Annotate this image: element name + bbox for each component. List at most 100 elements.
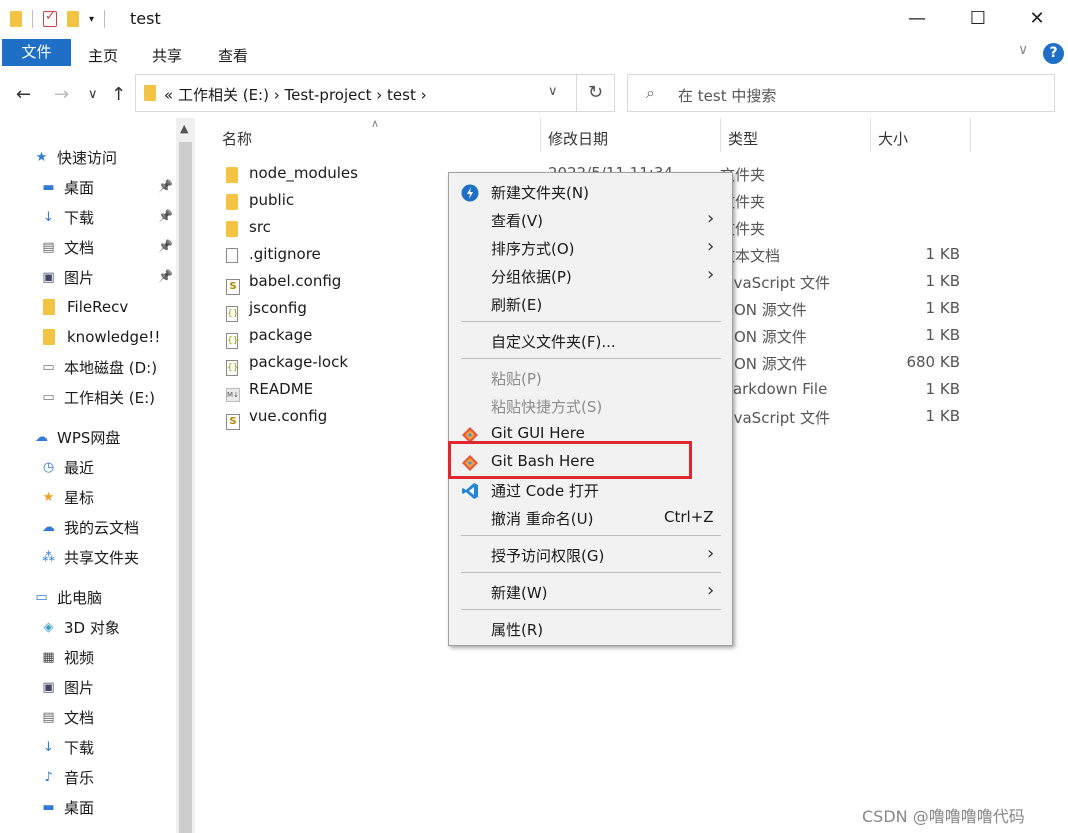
divider <box>104 10 106 28</box>
tab-file[interactable]: 文件 <box>2 39 71 66</box>
scroll-up-icon[interactable]: ▲ <box>180 122 188 135</box>
help-icon[interactable]: ? <box>1043 43 1064 64</box>
column-header-modified[interactable]: 修改日期 <box>548 128 608 149</box>
chevron-down-icon[interactable]: ∨ <box>548 84 558 99</box>
recent-locations-icon[interactable]: ∨ <box>88 87 98 102</box>
sidebar-item[interactable]: ▭ 此电脑 <box>33 584 102 610</box>
divider <box>970 118 971 152</box>
shortcut-label: Ctrl+Z <box>664 508 714 526</box>
sidebar-item[interactable]: ▦ 视频 <box>40 644 94 670</box>
cube-icon: ◈ <box>43 619 54 635</box>
column-header-size[interactable]: 大小 <box>878 128 908 149</box>
file-type: JSON 源文件 <box>720 328 807 346</box>
tab-home[interactable]: 主页 <box>88 45 118 66</box>
sidebar-item[interactable]: ▣ 图片 <box>40 674 94 700</box>
menu-item-view[interactable]: 查看(V) › <box>449 206 732 234</box>
breadcrumb[interactable]: « 工作相关 (E:) › Test-project › test › <box>164 84 427 105</box>
sidebar-item[interactable]: ☁ 我的云文档 <box>40 514 139 540</box>
file-type: JSON 源文件 <box>720 301 807 319</box>
menu-item-sort-by[interactable]: 排序方式(O) › <box>449 234 732 262</box>
divider <box>870 118 871 152</box>
sidebar-item[interactable]: ▬ 桌面 <box>40 794 94 820</box>
pin-icon[interactable]: 📌 <box>158 269 173 283</box>
menu-item-label: 查看(V) <box>491 212 543 230</box>
maximize-button[interactable]: ☐ <box>963 6 993 32</box>
file-name: package <box>249 326 313 344</box>
up-arrow-icon[interactable]: ↑ <box>111 84 126 105</box>
menu-item-open-with-code[interactable]: 通过 Code 打开 <box>449 476 732 504</box>
tab-share[interactable]: 共享 <box>152 45 182 66</box>
address-bar[interactable]: « 工作相关 (E:) › Test-project › test › <box>135 74 615 112</box>
menu-item-group-by[interactable]: 分组依据(P) › <box>449 262 732 290</box>
sidebar-item[interactable]: ♪ 音乐 <box>40 764 94 790</box>
sidebar-item[interactable]: ★ 快速访问 <box>33 144 117 170</box>
sidebar-item[interactable]: ▭ 工作相关 (E:) <box>40 384 155 410</box>
column-header-name[interactable]: 名称 <box>222 128 252 149</box>
file-type: Markdown File <box>720 380 828 398</box>
sidebar-item[interactable]: knowledge!! <box>40 324 160 350</box>
share-icon: ⁂ <box>42 549 55 565</box>
picture-icon: ▣ <box>42 269 55 285</box>
customize-toolbar-icon[interactable]: ▾ <box>89 14 94 25</box>
sidebar-item[interactable]: ▤ 文档 <box>40 704 94 730</box>
menu-item-give-access[interactable]: 授予访问权限(G) › <box>449 541 732 569</box>
close-button[interactable]: ✕ <box>1022 6 1052 32</box>
file-size: 1 KB <box>925 380 960 398</box>
sidebar-item[interactable]: ↓ 下载 <box>40 734 94 760</box>
search-input[interactable]: ⌕ 在 test 中搜索 <box>627 74 1055 112</box>
sidebar-item-label: 3D 对象 <box>64 618 120 637</box>
sidebar-item[interactable]: FileRecv <box>40 294 128 320</box>
file-type: JavaScript 文件 <box>720 409 830 427</box>
sidebar-item-label: knowledge!! <box>67 328 161 346</box>
window-title: test <box>130 9 161 28</box>
back-arrow-icon[interactable]: ← <box>16 84 31 105</box>
json-file-icon: {} <box>226 329 238 349</box>
scrollbar[interactable]: ▲ <box>176 118 195 833</box>
sidebar-item[interactable]: ▭ 本地磁盘 (D:) <box>40 354 157 380</box>
sidebar-item[interactable]: ☁ WPS网盘 <box>33 424 120 450</box>
file-type: JSON 源文件 <box>720 355 807 373</box>
menu-item-properties[interactable]: 属性(R) <box>449 615 732 643</box>
file-size: 1 KB <box>925 272 960 290</box>
sidebar-item-label: 文档 <box>64 238 95 257</box>
menu-item-customize-folder[interactable]: 自定义文件夹(F)... <box>449 327 732 355</box>
sidebar-item-label: 音乐 <box>64 768 95 787</box>
pin-icon[interactable]: 📌 <box>158 209 173 223</box>
menu-item-new[interactable]: 新建(W) › <box>449 578 732 606</box>
sidebar-item[interactable]: ▣ 图片 <box>40 264 94 290</box>
minimize-button[interactable]: — <box>902 6 932 32</box>
pin-icon[interactable]: 📌 <box>158 179 173 193</box>
sort-ascending-icon: ∧ <box>371 117 380 130</box>
file-name: jsconfig <box>249 299 307 317</box>
forward-arrow-icon[interactable]: → <box>54 84 69 105</box>
pin-icon[interactable]: 📌 <box>158 239 173 253</box>
menu-item-label: 粘贴(P) <box>491 370 542 388</box>
menu-item-undo-rename[interactable]: 撤消 重命名(U) Ctrl+Z <box>449 504 732 532</box>
sidebar-item[interactable]: ▬ 桌面 <box>40 174 94 200</box>
menu-item-label: 撤消 重命名(U) <box>491 510 594 528</box>
menu-item-refresh[interactable]: 刷新(E) <box>449 290 732 318</box>
refresh-icon[interactable]: ↻ <box>576 74 614 112</box>
sidebar-item[interactable]: ★ 星标 <box>40 484 94 510</box>
file-name: package-lock <box>249 353 349 371</box>
sidebar-item[interactable]: ▤ 文档 <box>40 234 94 260</box>
sidebar-item[interactable]: ↓ 下载 <box>40 204 94 230</box>
highlight-box <box>448 441 692 479</box>
tab-view[interactable]: 查看 <box>218 45 248 66</box>
divider <box>720 118 721 152</box>
download-icon: ↓ <box>43 209 54 225</box>
scrollbar-thumb[interactable] <box>179 142 192 833</box>
sidebar-item[interactable]: ⁂ 共享文件夹 <box>40 544 139 570</box>
new-folder-icon[interactable] <box>67 11 79 27</box>
folder-icon[interactable] <box>10 11 22 27</box>
menu-item-new-folder[interactable]: 新建文件夹(N) <box>449 178 732 206</box>
column-header-type[interactable]: 类型 <box>728 128 758 149</box>
chevron-down-icon[interactable]: ∨ <box>1018 42 1028 58</box>
menu-item-label: 授予访问权限(G) <box>491 547 605 565</box>
properties-icon[interactable] <box>43 9 57 27</box>
file-name: vue.config <box>249 407 328 425</box>
sidebar-item[interactable]: ◷ 最近 <box>40 454 94 480</box>
sidebar-item[interactable]: ◈ 3D 对象 <box>40 614 120 640</box>
chevron-right-icon: › <box>707 208 715 229</box>
json-file-icon: {} <box>226 302 238 322</box>
